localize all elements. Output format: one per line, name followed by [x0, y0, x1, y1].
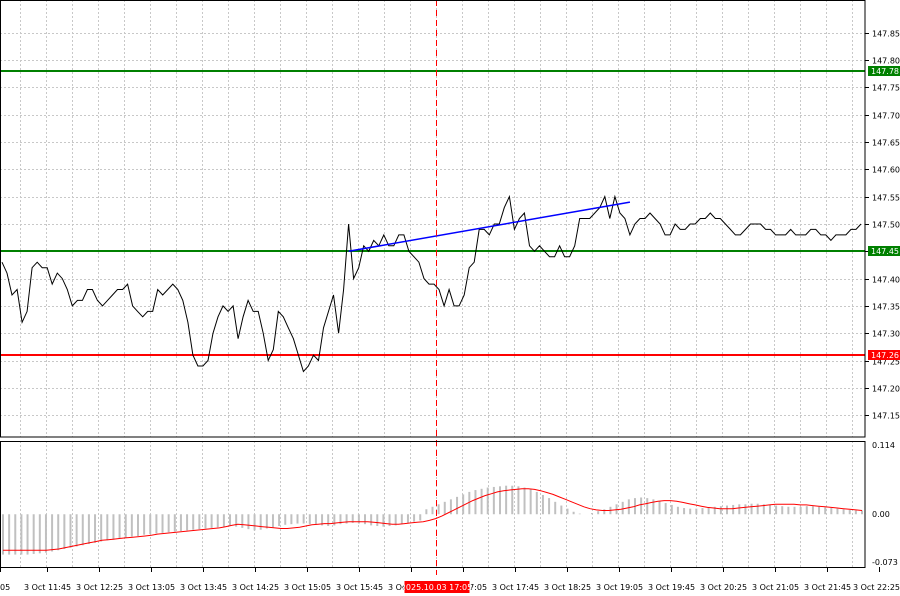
x-label-14: 3 Oct 20:25: [700, 583, 747, 592]
oscillator-histogram: [2, 485, 863, 555]
trendline[interactable]: [348, 201, 631, 253]
price-y-label-0: 147.85: [872, 30, 900, 39]
price-y-axis: 147.85147.80147.75147.70147.65147.60147.…: [865, 30, 900, 421]
price-y-label-13: 147.20: [872, 385, 900, 394]
oscillator-y-axis: 0.114 0.00 -0.073: [872, 441, 898, 567]
osc-y-label-0: 0.114: [872, 441, 895, 450]
price-y-label-2: 147.75: [872, 84, 900, 93]
x-label-10: 3 Oct 17:45: [492, 583, 539, 592]
level-tags: 147.78 147.45 147.26: [868, 66, 900, 360]
price-levels: [0, 70, 865, 356]
price-y-label-4: 147.65: [872, 139, 900, 148]
x-label-13: 3 Oct 19:45: [648, 583, 695, 592]
x-label-4: 3 Oct 13:45: [180, 583, 227, 592]
x-label-17: 3 Oct 22:25: [853, 583, 900, 592]
x-label-16: 3 Oct 21:45: [804, 583, 851, 592]
price-y-label-14: 147.15: [872, 412, 900, 421]
x-label-2: 3 Oct 12:25: [76, 583, 123, 592]
x-label-11: 3 Oct 18:25: [544, 583, 591, 592]
price-y-label-1: 147.80: [872, 57, 900, 66]
price-line: [1, 194, 862, 373]
x-label-12: 3 Oct 19:05: [596, 583, 643, 592]
chart[interactable]: 147.85147.80147.75147.70147.65147.60147.…: [0, 0, 900, 596]
price-y-label-10: 147.35: [872, 303, 900, 312]
x-label-15: 3 Oct 21:05: [752, 583, 799, 592]
level-tag-label-1: 147.45: [871, 247, 899, 256]
x-label-0: 05: [0, 583, 10, 592]
price-y-label-3: 147.70: [872, 112, 900, 121]
price-y-label-5: 147.60: [872, 166, 900, 175]
oscillator-panel-frame: [0, 441, 866, 568]
osc-y-label-2: -0.073: [872, 558, 898, 567]
price-series-line: [1, 194, 862, 373]
price-grid: [0, 0, 865, 437]
price-y-label-6: 147.55: [872, 194, 900, 203]
level-tag-label-2: 147.26: [871, 351, 899, 360]
x-label-6: 3 Oct 15:05: [284, 583, 331, 592]
osc-y-label-1: 0.00: [872, 510, 890, 519]
trendline-segment: [348, 201, 631, 253]
x-label-5: 3 Oct 14:25: [232, 583, 279, 592]
cursor-tag: 2025.10.03 17:05: [401, 581, 472, 593]
x-label-3: 3 Oct 13:05: [128, 583, 175, 592]
cursor-tag-label: 2025.10.03 17:05: [401, 583, 472, 592]
x-label-1: 3 Oct 11:45: [24, 583, 71, 592]
price-y-label-7: 147.50: [872, 221, 900, 230]
price-y-label-11: 147.30: [872, 330, 900, 339]
price-y-label-9: 147.40: [872, 276, 900, 285]
level-tag-label-0: 147.78: [871, 67, 899, 76]
price-panel-frame: [0, 0, 866, 438]
x-label-7: 3 Oct 15:45: [336, 583, 383, 592]
